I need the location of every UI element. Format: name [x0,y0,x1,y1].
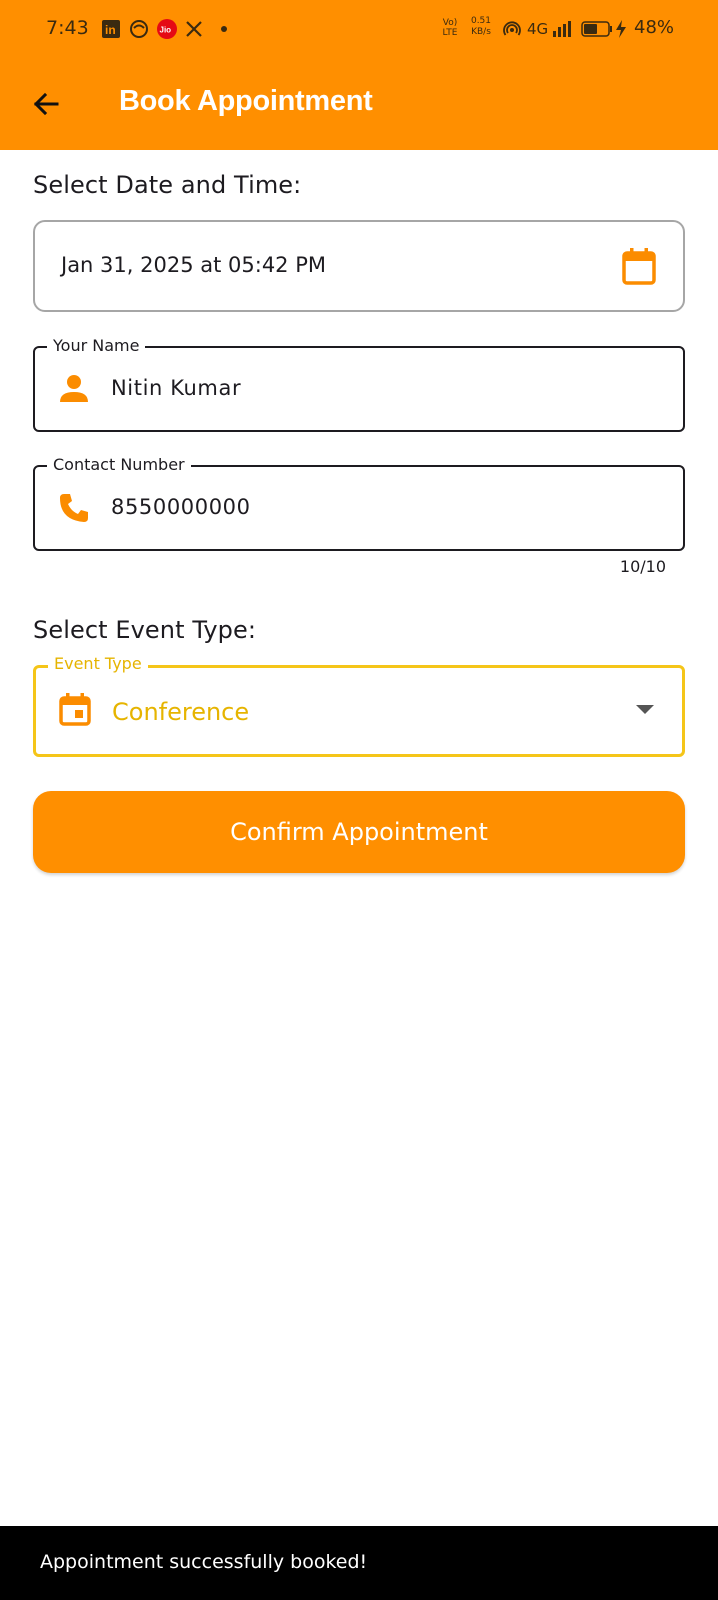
dropdown-arrow-icon[interactable] [636,705,654,714]
event-type-selected: Conference [112,698,250,726]
charging-icon [615,19,627,39]
confirm-appointment-button[interactable]: Confirm Appointment [33,791,685,873]
person-icon [60,375,88,402]
calendar-icon[interactable] [621,247,657,287]
name-field[interactable]: Your Name Nitin Kumar [33,336,685,432]
status-time: 7:43 [46,17,89,39]
svg-text:Jio: Jio [160,26,172,35]
date-time-picker[interactable]: Jan 31, 2025 at 05:42 PM [33,220,685,312]
event-type-dropdown[interactable]: Event Type Conference [33,654,685,757]
network-speed: 0.51 KB/s [470,16,492,37]
contact-field-label: Contact Number [47,455,191,474]
name-input[interactable]: Nitin Kumar [111,376,651,400]
date-section-heading: Select Date and Time: [33,171,302,199]
character-counter: 10/10 [619,557,666,576]
status-bar: 7:43 in Jio Vo) LTE 0.51 KB/s 4G 48% [0,0,718,60]
date-time-value: Jan 31, 2025 at 05:42 PM [61,253,326,277]
phone-icon [60,494,88,522]
back-button[interactable] [26,84,66,124]
event-section-heading: Select Event Type: [33,616,257,644]
contact-input[interactable]: 8550000000 [111,495,651,519]
contact-field[interactable]: Contact Number 8550000000 [33,455,685,551]
event-type-label: Event Type [48,654,148,673]
snackbar: Appointment successfully booked! [0,1526,718,1600]
page-title: Book Appointment [119,85,373,117]
app-icon [129,19,149,39]
jio-icon: Jio [156,19,178,39]
x-icon [185,19,203,39]
hotspot-icon [503,19,521,39]
network-type: 4G [527,20,549,38]
svg-text:in: in [105,23,116,37]
arrow-back-icon [33,92,59,116]
dot-icon [220,19,228,39]
signal-icon [552,19,572,39]
volte-indicator: Vo) LTE [442,18,458,38]
linkedin-icon: in [101,19,121,39]
event-icon [59,693,91,726]
battery-icon [581,19,613,39]
battery-percent: 48% [634,17,675,38]
snackbar-message: Appointment successfully booked! [40,1551,368,1573]
name-field-label: Your Name [47,336,146,355]
